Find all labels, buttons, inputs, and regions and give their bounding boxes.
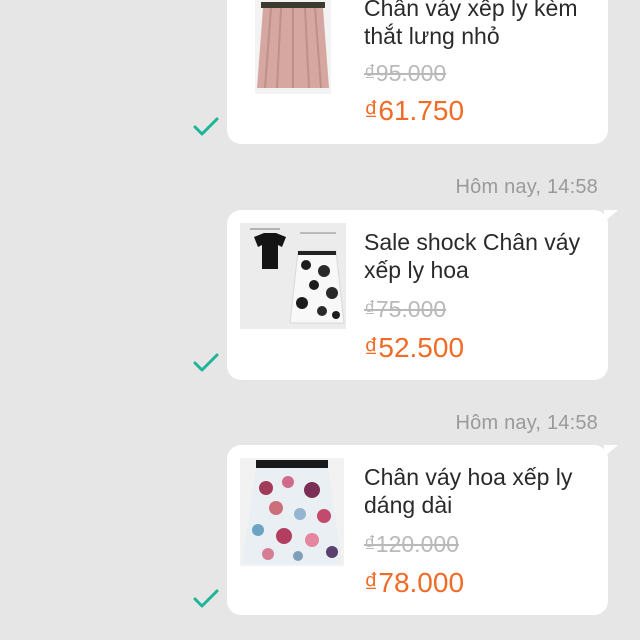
- product-message-bubble[interactable]: Chân váy xếp ly kèm thắt lưng nhỏ ₫95.00…: [227, 0, 608, 144]
- message-timestamp: Hôm nay, 14:58: [455, 176, 598, 198]
- original-price: ₫95.000: [364, 60, 447, 86]
- product-image[interactable]: [240, 458, 344, 566]
- check-icon: [193, 353, 219, 372]
- product-title: Chân váy xếp ly kèm thắt lưng nhỏ: [364, 0, 578, 49]
- product-image[interactable]: [255, 0, 331, 94]
- product-title: Sale shock Chân váy xếp ly hoa: [364, 229, 581, 283]
- message-timestamp: Hôm nay, 14:58: [455, 412, 598, 434]
- product-message-bubble[interactable]: Sale shock Chân váy xếp ly hoa ₫75.000 ₫…: [227, 210, 618, 380]
- original-price: ₫120.000: [364, 531, 459, 557]
- crop-top-floral-skirt-image: [240, 223, 346, 329]
- sale-price: ₫61.750: [364, 95, 465, 126]
- sale-price: ₫52.500: [364, 332, 465, 363]
- product-image[interactable]: [240, 223, 346, 329]
- product-message-bubble[interactable]: Chân váy hoa xếp ly dáng dài ₫120.000 ₫7…: [227, 445, 618, 615]
- check-icon: [193, 589, 219, 608]
- floral-long-skirt-image: [240, 458, 344, 566]
- sale-price: ₫78.000: [364, 567, 465, 598]
- chat-thread: Chân váy xếp ly kèm thắt lưng nhỏ ₫95.00…: [0, 0, 640, 640]
- check-icon: [193, 117, 219, 136]
- pink-pleated-skirt-image: [255, 0, 331, 94]
- original-price: ₫75.000: [364, 296, 447, 322]
- product-title: Chân váy hoa xếp ly dáng dài: [364, 464, 573, 518]
